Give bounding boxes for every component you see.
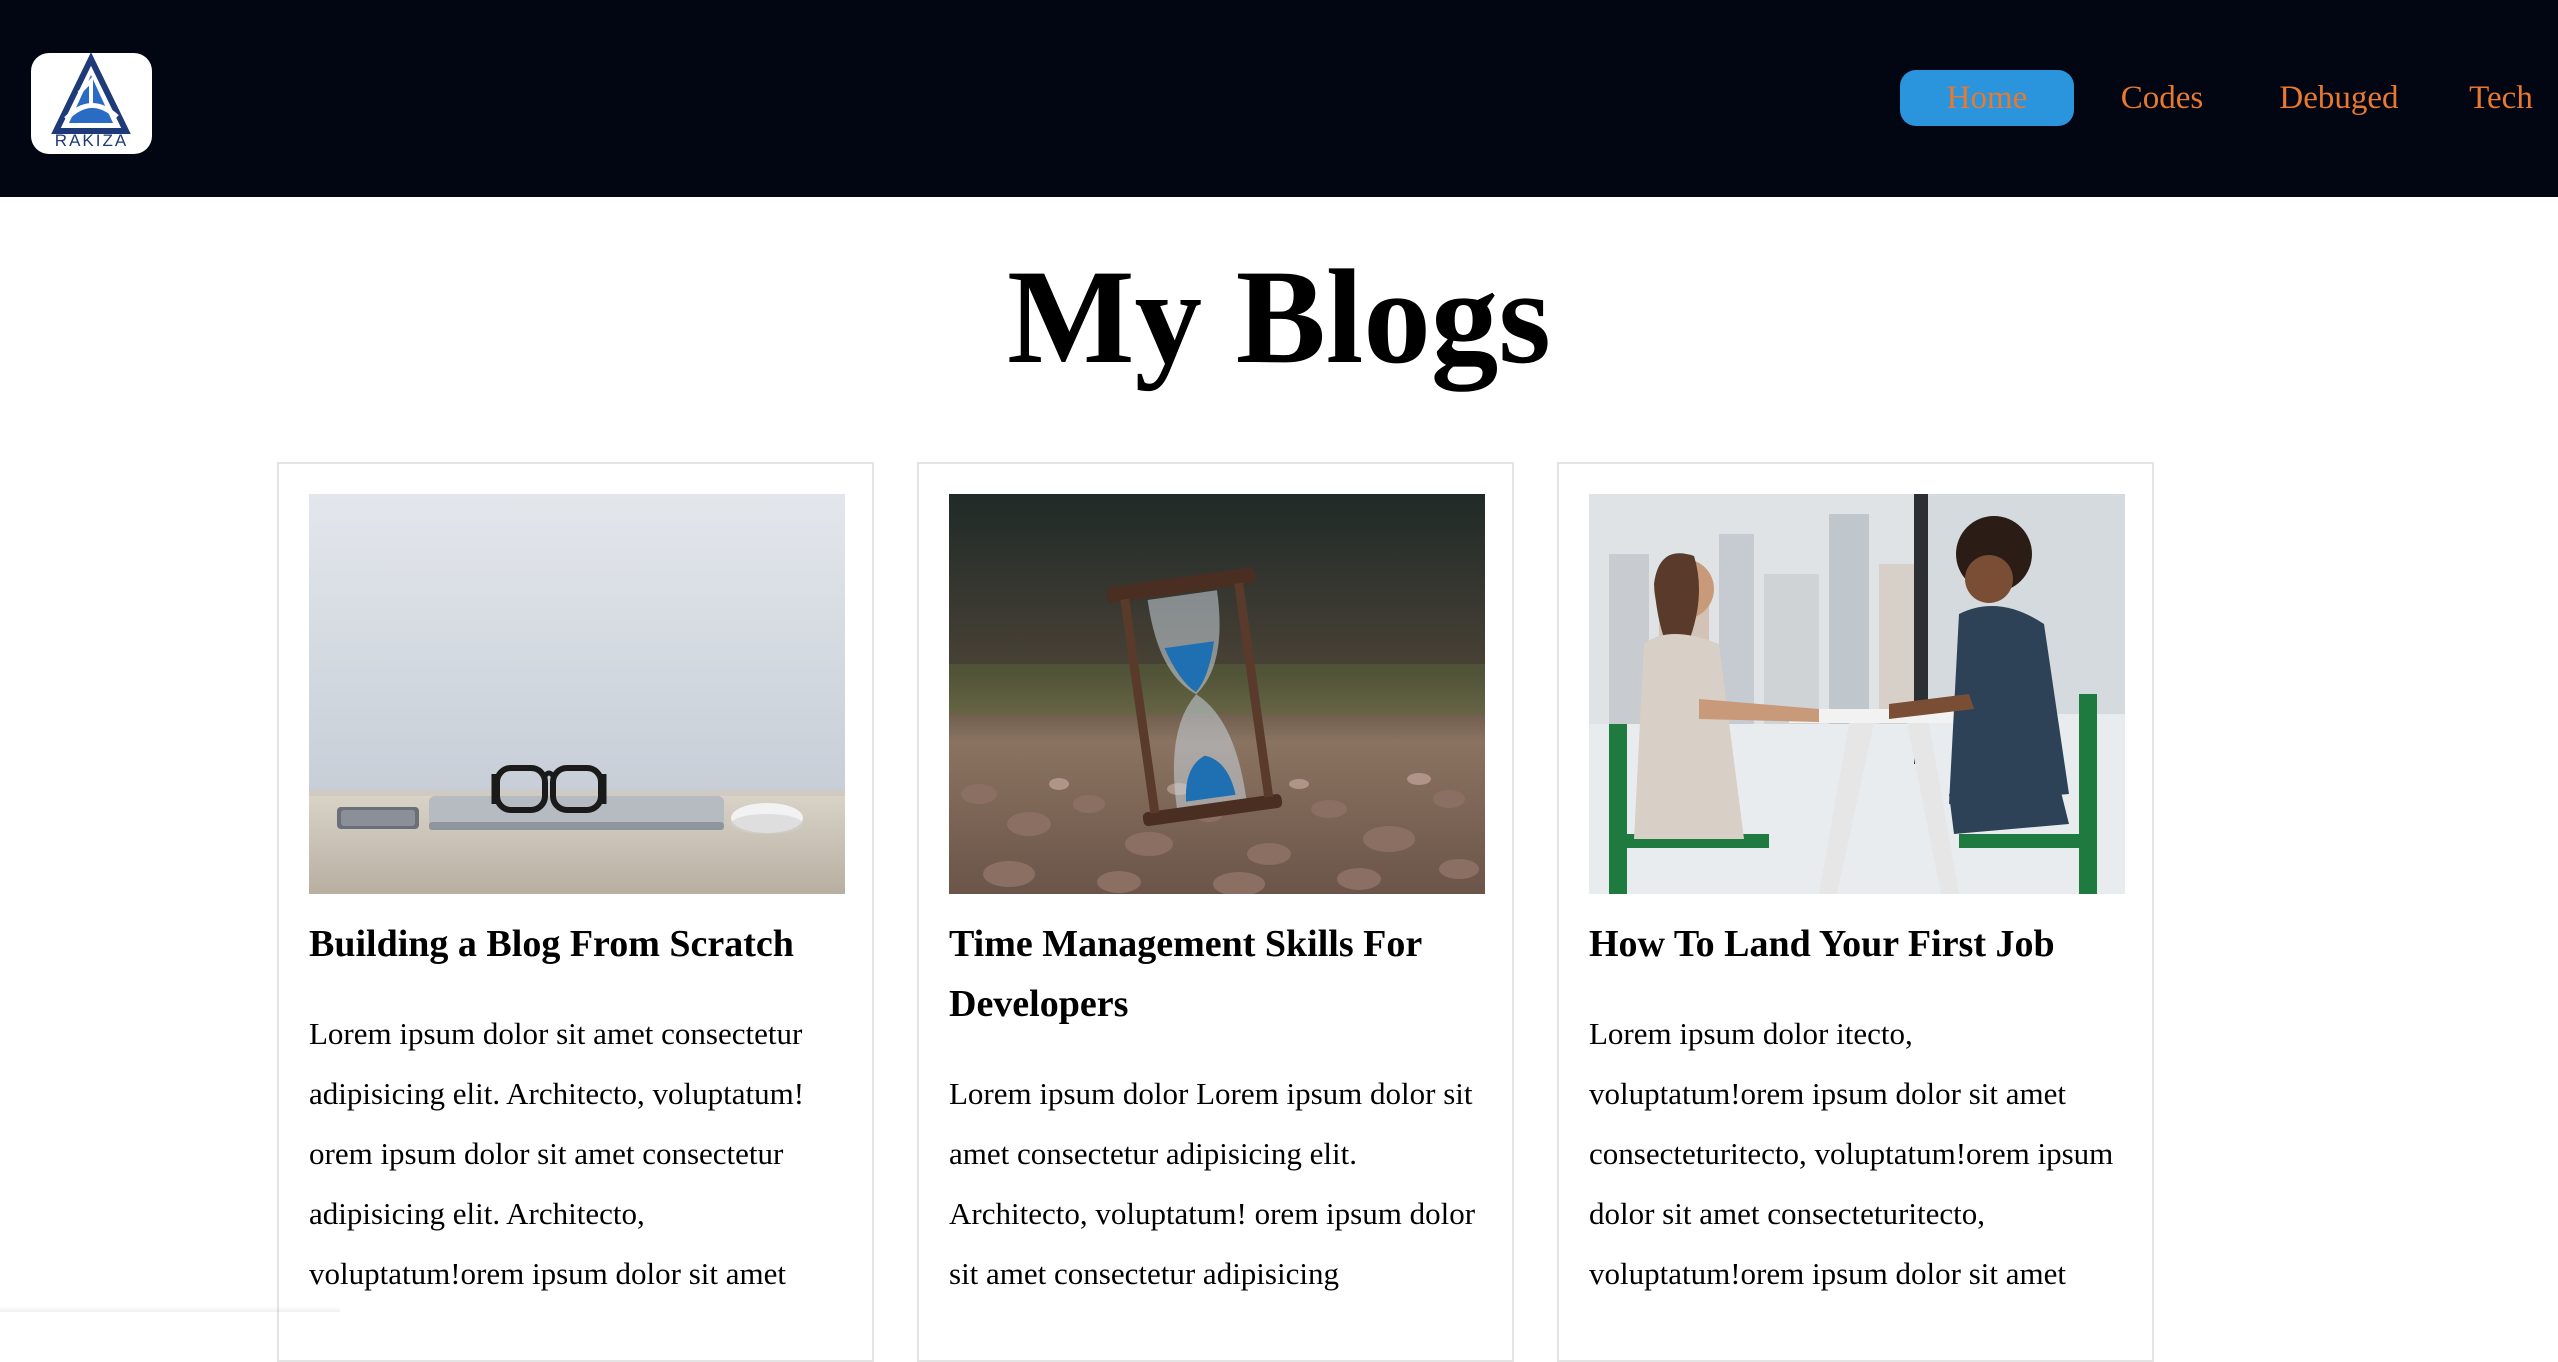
blog-card[interactable]: Building a Blog From Scratch Lorem ipsum… bbox=[277, 462, 874, 1362]
blog-card-body: Lorem ipsum dolor sit amet consectetur a… bbox=[309, 1016, 805, 1291]
nav-tech[interactable]: Tech bbox=[2451, 70, 2551, 126]
rakiza-logo[interactable]: RAKIZA bbox=[31, 53, 152, 154]
nav-home[interactable]: Home bbox=[1900, 70, 2074, 126]
laptop-glasses-desk-photo bbox=[309, 494, 845, 894]
blog-card-body: Lorem ipsum dolor itecto, voluptatum!ore… bbox=[1589, 1016, 2114, 1291]
hourglass-on-pebbles-photo bbox=[949, 494, 1485, 894]
blog-card-image[interactable] bbox=[949, 494, 1485, 894]
blog-card-image[interactable] bbox=[1589, 494, 2125, 894]
site-header: RAKIZA Home Codes Debuged Tech bbox=[0, 0, 2558, 197]
blog-card-image[interactable] bbox=[309, 494, 845, 894]
blog-card-title[interactable]: Building a Blog From Scratch bbox=[309, 914, 849, 974]
blog-card-body: Lorem ipsum dolor Lorem ipsum dolor sit … bbox=[949, 1076, 1476, 1291]
nav-debuged[interactable]: Debuged bbox=[2244, 70, 2434, 126]
page-title: My Blogs bbox=[1007, 243, 1551, 392]
scroll-shadow bbox=[0, 1306, 340, 1312]
two-women-interview-photo bbox=[1589, 494, 2125, 894]
logo-wordmark: RAKIZA bbox=[54, 131, 129, 150]
blog-card-title[interactable]: How To Land Your First Job bbox=[1589, 914, 2129, 974]
blog-card[interactable]: How To Land Your First Job Lorem ipsum d… bbox=[1557, 462, 2154, 1362]
nav-codes[interactable]: Codes bbox=[2097, 70, 2227, 126]
blog-card-title[interactable]: Time Management Skills For Developers bbox=[949, 914, 1489, 1034]
blog-card[interactable]: Time Management Skills For Developers Lo… bbox=[917, 462, 1514, 1362]
